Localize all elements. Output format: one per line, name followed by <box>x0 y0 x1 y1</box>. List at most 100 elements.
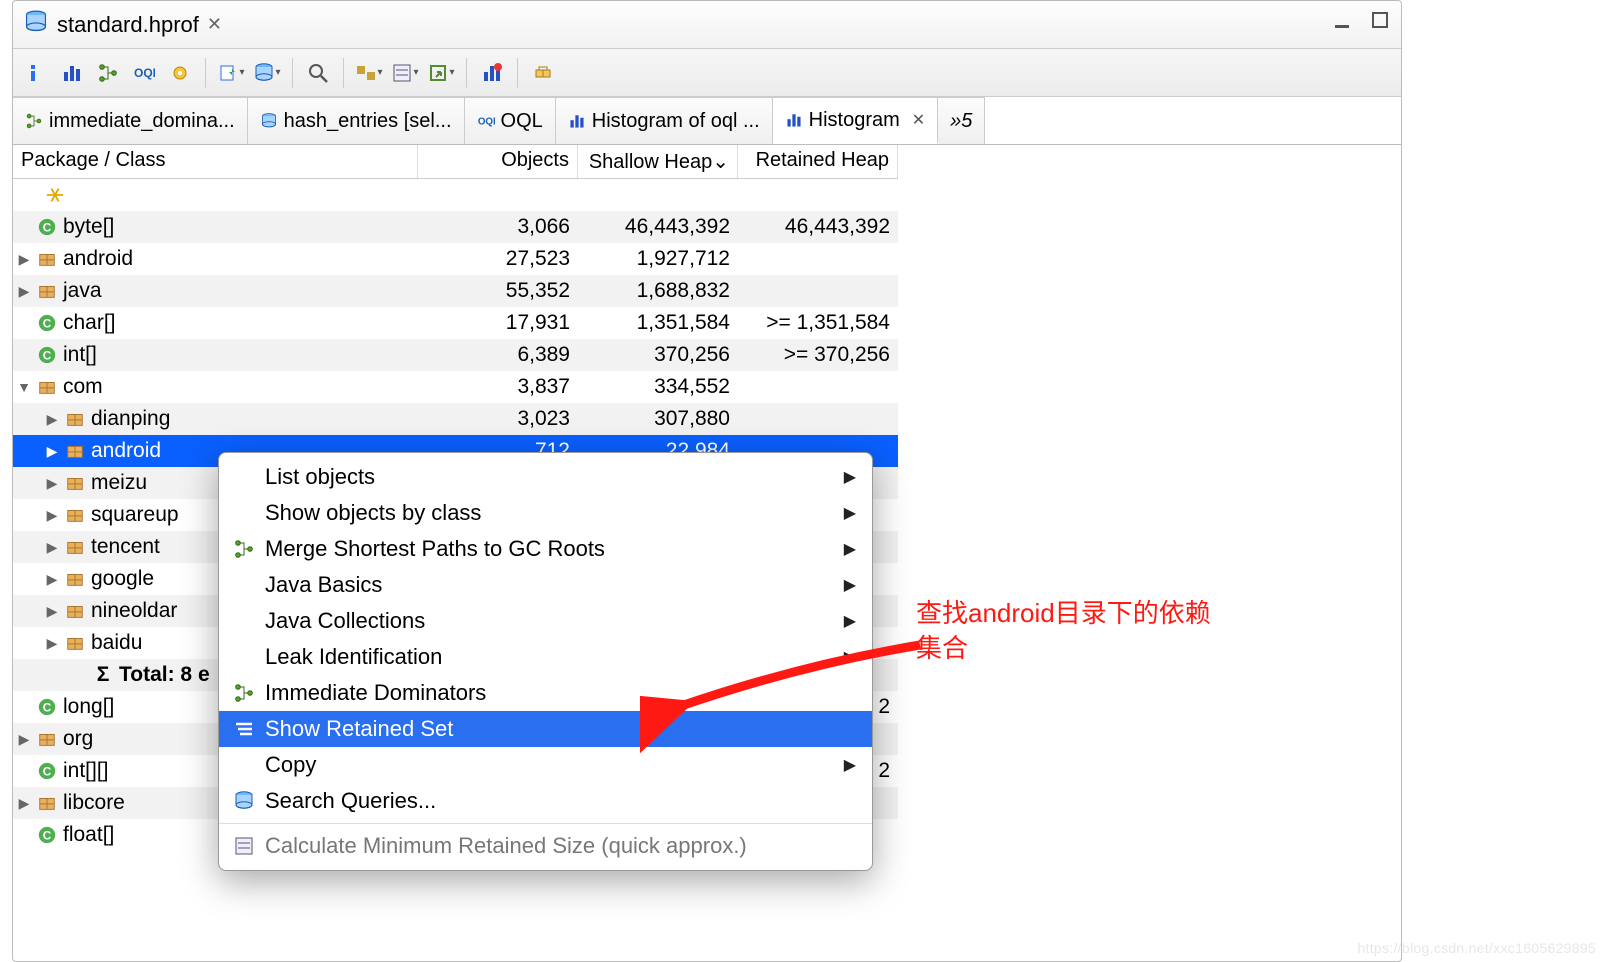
calculator-button[interactable]: ▾ <box>390 58 420 88</box>
context-menu: List objects▶Show objects by class▶Merge… <box>218 452 873 871</box>
menu-label: Copy <box>265 752 316 778</box>
toolbar-separator <box>517 58 518 88</box>
toolbar: ▾ ▾ ▾ ▾ ▾ <box>13 49 1401 97</box>
col-shallow-heap[interactable]: Shallow Heap⌄ <box>578 145 738 178</box>
pin-button[interactable] <box>528 58 558 88</box>
minimize-button[interactable] <box>1333 11 1353 31</box>
tab-close-icon[interactable]: ✕ <box>207 14 222 35</box>
expand-icon[interactable]: ▶ <box>45 411 59 428</box>
regex-filter-row[interactable] <box>13 179 898 211</box>
oql-button[interactable] <box>129 58 159 88</box>
group-button[interactable]: ▾ <box>354 58 384 88</box>
class-icon <box>37 345 57 365</box>
menu-label: Java Collections <box>265 608 425 634</box>
run-report-button[interactable]: ▾ <box>216 58 246 88</box>
regex-icon <box>45 185 65 205</box>
expand-icon[interactable]: ▼ <box>17 379 31 395</box>
file-icon <box>23 9 49 41</box>
submenu-arrow-icon: ▶ <box>844 539 856 559</box>
tab-label: immediate_domina... <box>49 110 235 133</box>
tab-label: Histogram <box>809 109 900 132</box>
toolbar-separator <box>292 58 293 88</box>
maximize-button[interactable] <box>1371 11 1391 31</box>
menu-item[interactable]: Java Basics▶ <box>219 567 872 603</box>
overview-button[interactable] <box>21 58 51 88</box>
expand-icon[interactable]: ▶ <box>17 251 31 268</box>
menu-label: Merge Shortest Paths to GC Roots <box>265 536 605 562</box>
expand-icon[interactable]: ▶ <box>17 283 31 300</box>
tab-close-icon[interactable]: ✕ <box>912 110 925 130</box>
package-icon <box>37 281 57 301</box>
menu-item[interactable]: Immediate Dominators <box>219 675 872 711</box>
table-row[interactable]: ▼com3,837334,552 <box>13 371 898 403</box>
query-browser-button[interactable]: ▾ <box>252 58 282 88</box>
expand-icon[interactable]: ▶ <box>45 571 59 588</box>
menu-item[interactable]: Leak Identification▶ <box>219 639 872 675</box>
title-bar: standard.hprof ✕ <box>13 1 1401 49</box>
col-package-class[interactable]: Package / Class <box>13 145 418 178</box>
toolbar-separator <box>343 58 344 88</box>
package-icon <box>37 249 57 269</box>
tabs-overflow[interactable]: »5 <box>938 97 985 144</box>
tab-0[interactable]: immediate_domina... <box>13 97 248 144</box>
expand-icon[interactable]: ▶ <box>45 443 59 460</box>
menu-item[interactable]: Copy ▶ <box>219 747 872 783</box>
menu-item[interactable]: List objects▶ <box>219 459 872 495</box>
export-button[interactable]: ▾ <box>426 58 456 88</box>
package-icon <box>37 377 57 397</box>
db-icon <box>233 790 255 812</box>
expand-icon[interactable]: ▶ <box>45 603 59 620</box>
expand-icon[interactable]: ▶ <box>17 731 31 748</box>
expand-icon[interactable]: ▶ <box>45 475 59 492</box>
table-row[interactable]: int[]6,389370,256>= 370,256 <box>13 339 898 371</box>
compare-button[interactable] <box>477 58 507 88</box>
package-icon <box>65 601 85 621</box>
thread-overview-button[interactable] <box>165 58 195 88</box>
table-row[interactable]: byte[]3,06646,443,39246,443,392 <box>13 211 898 243</box>
toolbar-separator <box>466 58 467 88</box>
package-icon <box>65 569 85 589</box>
toolbar-separator <box>205 58 206 88</box>
tree-icon <box>233 682 255 704</box>
find-button[interactable] <box>303 58 333 88</box>
table-row[interactable]: char[]17,9311,351,584>= 1,351,584 <box>13 307 898 339</box>
menu-item[interactable]: Show objects by class▶ <box>219 495 872 531</box>
submenu-arrow-icon: ▶ <box>844 755 856 775</box>
annotation-line1: 查找android目录下的依赖 <box>916 596 1211 631</box>
menu-item[interactable]: Merge Shortest Paths to GC Roots ▶ <box>219 531 872 567</box>
db-icon <box>260 112 278 130</box>
menu-item[interactable]: Search Queries... <box>219 783 872 819</box>
menu-label: Search Queries... <box>265 788 436 814</box>
tab-label: hash_entries [sel... <box>284 110 452 133</box>
expand-icon[interactable]: ▶ <box>45 507 59 524</box>
tab-3[interactable]: Histogram of oql ... <box>556 97 773 144</box>
table-header: Package / Class Objects Shallow Heap⌄ Re… <box>13 145 898 179</box>
package-icon <box>65 537 85 557</box>
table-row[interactable]: ▶dianping3,023307,880 <box>13 403 898 435</box>
tab-4[interactable]: Histogram ✕ <box>773 97 939 144</box>
menu-label: Java Basics <box>265 572 382 598</box>
hist-icon <box>568 112 586 130</box>
table-row[interactable]: ▶android27,5231,927,712 <box>13 243 898 275</box>
submenu-arrow-icon: ▶ <box>844 503 856 523</box>
menu-label: Calculate Minimum Retained Size (quick a… <box>265 833 747 859</box>
menu-item[interactable]: Show Retained Set <box>219 711 872 747</box>
package-icon <box>37 729 57 749</box>
tab-1[interactable]: hash_entries [sel... <box>248 97 465 144</box>
menu-item[interactable]: Java Collections▶ <box>219 603 872 639</box>
table-row[interactable]: ▶java55,3521,688,832 <box>13 275 898 307</box>
expand-icon[interactable]: ▶ <box>45 635 59 652</box>
annotation-line2: 集合 <box>916 631 1211 666</box>
col-objects[interactable]: Objects <box>418 145 578 178</box>
dominator-tree-button[interactable] <box>93 58 123 88</box>
package-icon <box>65 633 85 653</box>
menu-item[interactable]: Calculate Minimum Retained Size (quick a… <box>219 828 872 864</box>
package-icon <box>65 409 85 429</box>
histogram-button[interactable] <box>57 58 87 88</box>
expand-icon[interactable]: ▶ <box>45 539 59 556</box>
tab-2[interactable]: OQL <box>465 97 556 144</box>
tab-label: Histogram of oql ... <box>592 110 760 133</box>
menu-separator <box>219 823 872 824</box>
col-retained-heap[interactable]: Retained Heap <box>738 145 898 178</box>
expand-icon[interactable]: ▶ <box>17 795 31 812</box>
